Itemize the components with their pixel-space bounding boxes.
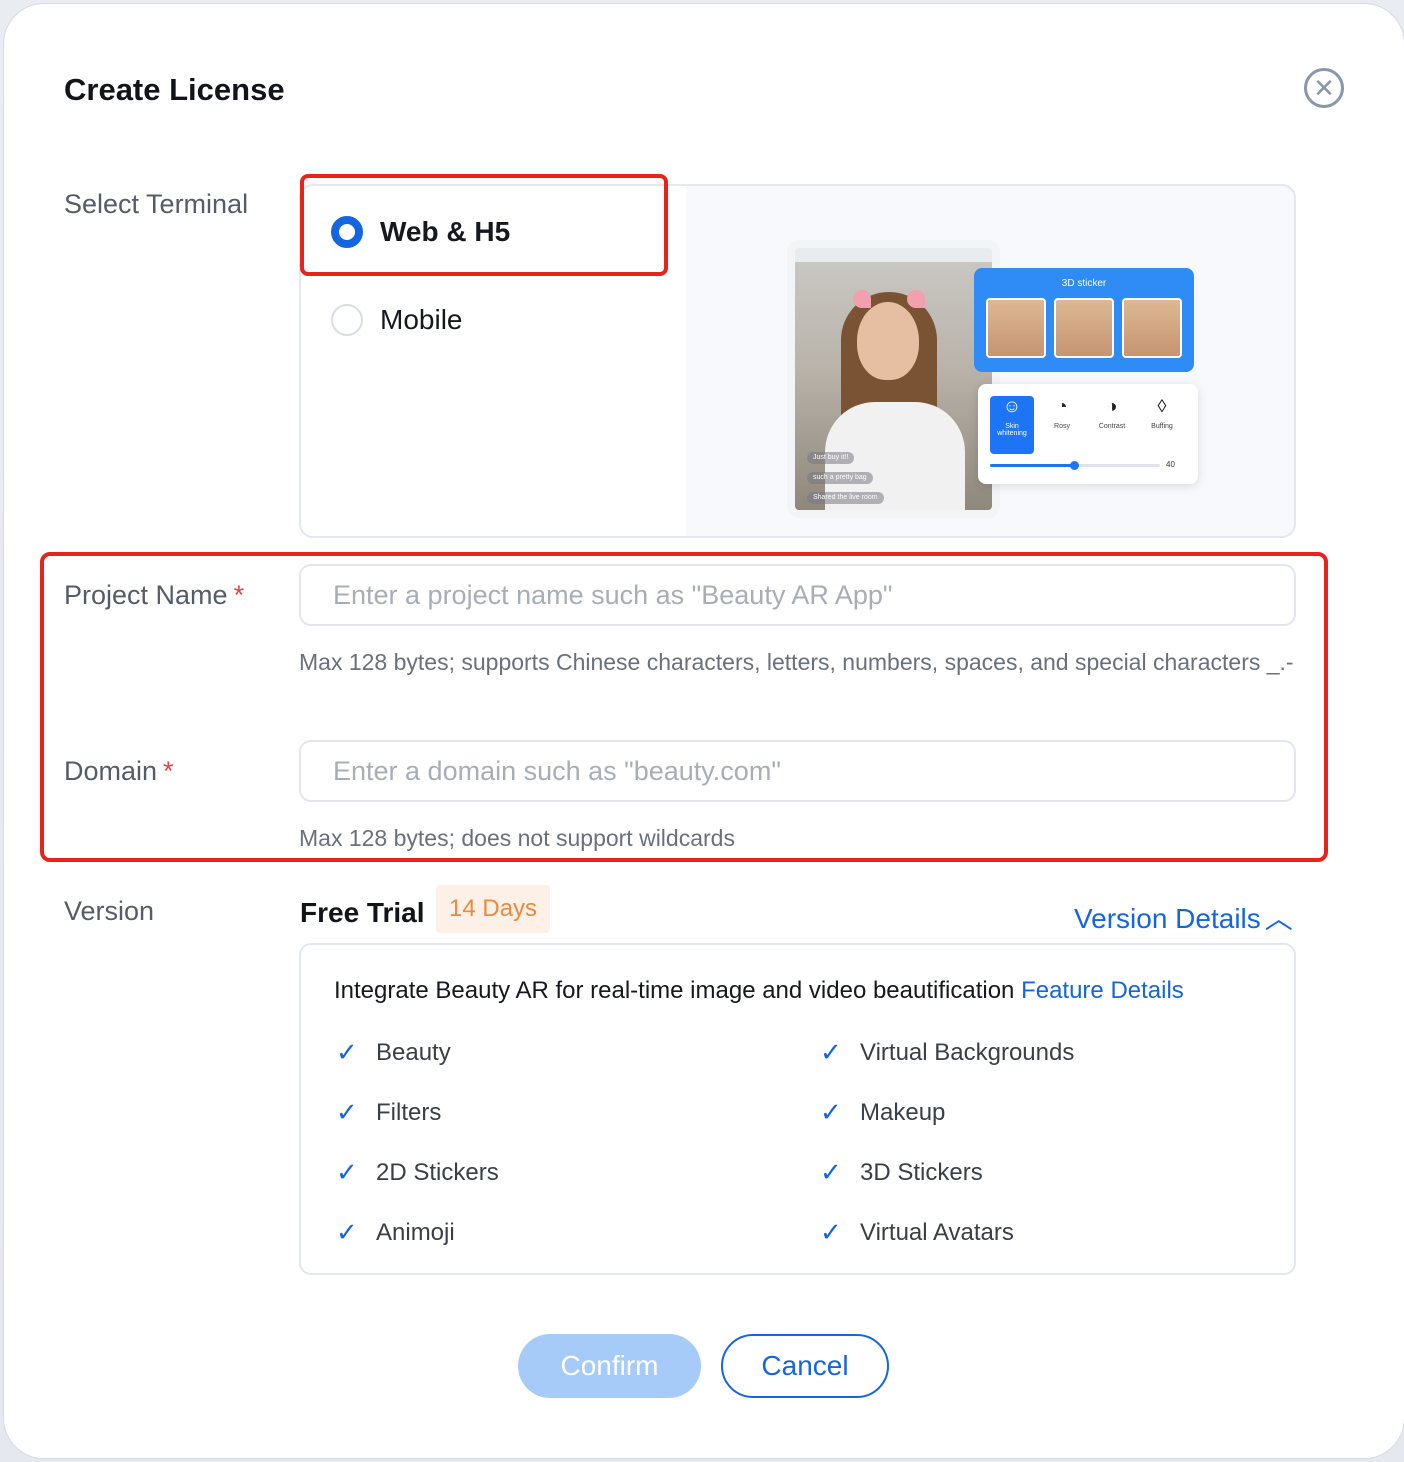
chat-line: Shared the live room	[807, 492, 884, 504]
contrast-icon: ◑	[1106, 396, 1118, 416]
beauty-item-label: Skin whitening	[997, 423, 1027, 437]
feature-item: ✓ Filters	[336, 1097, 441, 1128]
sticker-thumb	[1054, 298, 1114, 358]
chat-line: Just buy it!!	[807, 452, 855, 464]
chevron-up-icon: ︿	[1264, 903, 1293, 934]
beauty-item-label: Buffing	[1151, 423, 1173, 430]
features-box: Integrate Beauty AR for real-time image …	[299, 943, 1296, 1275]
drop-icon: ◊	[1157, 396, 1167, 416]
trial-days-badge: 14 Days	[436, 885, 551, 933]
person-icon: ☺	[1002, 396, 1022, 416]
radio-mobile[interactable]: Mobile	[331, 304, 462, 336]
project-name-label-text: Project Name	[64, 580, 228, 610]
modal-title: Create License	[64, 72, 285, 107]
beauty-item: ◑ Contrast	[1090, 396, 1134, 454]
version-details-link[interactable]: Version Details ︿	[1074, 897, 1293, 937]
feature-label: Animoji	[376, 1218, 455, 1246]
rosy-icon: ◔	[1056, 396, 1068, 416]
preview-phone-image: Just buy it!! such a pretty bag Shared t…	[787, 240, 1000, 518]
beauty-item-label: Rosy	[1054, 423, 1070, 430]
slider-value: 40	[1166, 460, 1175, 469]
slider-fill	[990, 464, 1074, 467]
check-icon: ✓	[336, 1217, 358, 1247]
check-icon: ✓	[336, 1157, 358, 1187]
face-shape	[857, 302, 919, 380]
project-name-label: Project Name *	[64, 580, 244, 611]
close-icon[interactable]: ✕	[1304, 68, 1344, 108]
beauty-item: ◔ Rosy	[1040, 396, 1084, 454]
feature-details-link[interactable]: Feature Details	[1021, 977, 1184, 1004]
select-terminal-label: Select Terminal	[64, 189, 249, 219]
sticker-panel: 3D sticker	[974, 268, 1194, 372]
radio-checked-icon	[331, 216, 363, 248]
feature-item: ✓ Makeup	[820, 1097, 945, 1128]
check-icon: ✓	[820, 1037, 842, 1067]
feature-item: ✓ Virtual Backgrounds	[820, 1037, 1074, 1068]
radio-web-h5[interactable]: Web & H5	[331, 216, 510, 248]
feature-item: ✓ Virtual Avatars	[820, 1217, 1014, 1248]
beauty-item-label: Contrast	[1098, 423, 1126, 430]
feature-item: ✓ Animoji	[336, 1217, 455, 1248]
radio-web-h5-label: Web & H5	[380, 216, 511, 247]
feature-label: Filters	[376, 1098, 442, 1126]
project-name-input[interactable]	[299, 564, 1296, 626]
features-intro: Integrate Beauty AR for real-time image …	[334, 977, 1184, 1005]
beauty-panel: ☺ Skin whitening ◔ Rosy ◑ Contrast ◊ Buf…	[978, 384, 1198, 484]
required-mark: *	[233, 580, 245, 610]
beauty-item: ☺ Skin whitening	[990, 396, 1034, 454]
feature-item: ✓ 2D Stickers	[336, 1157, 499, 1188]
check-icon: ✓	[336, 1097, 358, 1127]
preview-photo: Just buy it!! such a pretty bag Shared t…	[795, 262, 992, 510]
project-name-hint: Max 128 bytes; supports Chinese characte…	[299, 649, 1294, 675]
cat-ear-left	[853, 290, 871, 308]
feature-item: ✓ 3D Stickers	[820, 1157, 983, 1188]
radio-unchecked-icon	[331, 304, 363, 336]
slider-knob	[1070, 461, 1079, 470]
chat-line: such a pretty bag	[807, 472, 873, 484]
radio-mobile-label: Mobile	[380, 304, 463, 335]
version-label: Version	[64, 896, 155, 926]
check-icon: ✓	[336, 1037, 358, 1067]
cat-ear-right	[907, 290, 925, 308]
feature-label: Makeup	[860, 1098, 946, 1126]
check-icon: ✓	[820, 1097, 842, 1127]
cancel-button[interactable]: Cancel	[721, 1334, 889, 1398]
version-details-label: Version Details	[1074, 903, 1261, 934]
domain-label-text: Domain	[64, 756, 158, 786]
required-mark: *	[163, 756, 174, 786]
domain-hint: Max 128 bytes; does not support wildcard…	[299, 825, 735, 851]
version-name: Free Trial	[300, 897, 425, 928]
check-icon: ✓	[820, 1157, 842, 1187]
feature-item: ✓ Beauty	[336, 1037, 451, 1068]
sticker-thumb	[986, 298, 1046, 358]
feature-label: Virtual Avatars	[860, 1218, 1014, 1246]
domain-input[interactable]	[299, 740, 1296, 802]
feature-label: 2D Stickers	[376, 1158, 499, 1186]
feature-label: Virtual Backgrounds	[860, 1038, 1075, 1066]
feature-label: Beauty	[376, 1038, 451, 1066]
beauty-item: ◊ Buffing	[1140, 396, 1184, 454]
sticker-thumb	[1122, 298, 1182, 358]
features-intro-text: Integrate Beauty AR for real-time image …	[334, 977, 1015, 1004]
terminal-options: Web & H5 Mobile	[301, 186, 686, 536]
sticker-panel-title: 3D sticker	[1061, 278, 1107, 289]
check-icon: ✓	[820, 1217, 842, 1247]
feature-label: 3D Stickers	[860, 1158, 983, 1186]
domain-label: Domain *	[64, 756, 174, 787]
create-license-modal: Create License ✕ Select Terminal Web & H…	[4, 4, 1404, 1458]
confirm-button[interactable]: Confirm	[518, 1334, 701, 1398]
